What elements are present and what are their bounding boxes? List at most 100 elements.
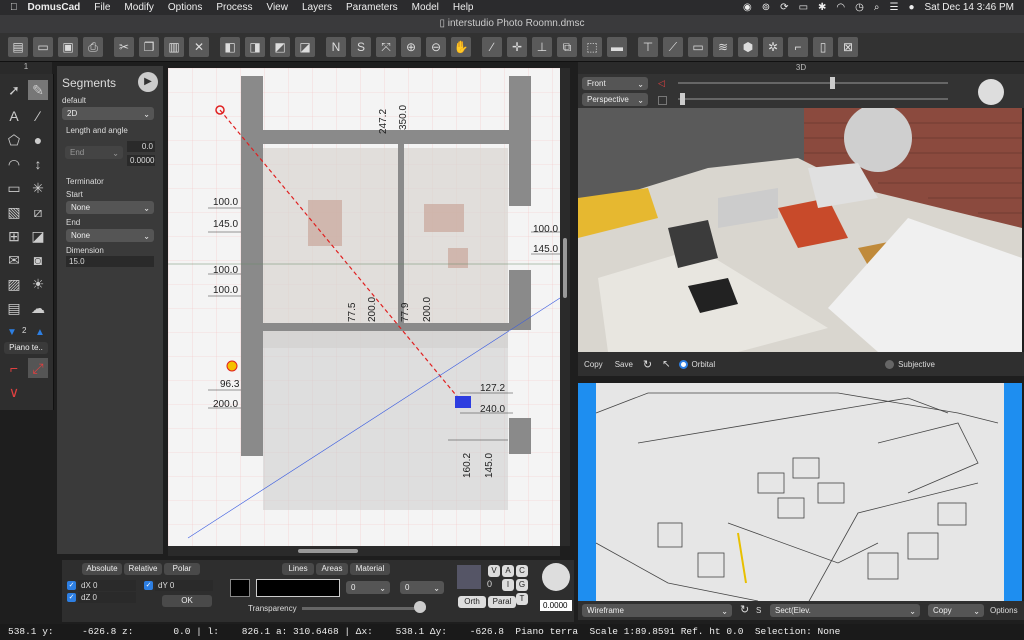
orbital-radio[interactable] [678,359,688,369]
menu-modify[interactable]: Modify [124,2,153,13]
areas-tab[interactable]: Areas [316,563,348,575]
text-icon[interactable]: A [4,106,24,126]
angle-icon[interactable]: ∨ [4,382,24,402]
end-terminator-select[interactable]: None [66,229,154,242]
save-icon[interactable]: ▣ [58,37,78,57]
copy-icon[interactable]: ❐ [139,37,159,57]
elevation-slider-thumb[interactable] [830,77,835,89]
menu-parameters[interactable]: Parameters [346,2,398,13]
plan-v-scroll-thumb[interactable] [563,238,567,298]
plan-h-scroll-thumb[interactable] [298,549,358,553]
light-icon[interactable]: ☀ [28,274,48,294]
snap-g-button[interactable]: G [516,579,528,591]
dimension-input[interactable]: 15.0 [66,256,154,267]
search-icon[interactable]: ⌕ [874,2,880,13]
window-icon[interactable]: ⊞ [4,226,24,246]
snap-v-button[interactable]: V [488,565,500,577]
plan-vertical-scrollbar[interactable] [560,68,570,546]
pointer-icon[interactable]: ➚ [4,80,24,100]
orth-button[interactable]: Orth [458,596,486,608]
absolute-tab[interactable]: Absolute [82,563,122,575]
dy-input[interactable]: dY 0 [155,580,213,591]
mail-icon[interactable]: ✉ [4,250,24,270]
print-icon[interactable]: ⎙ [83,37,103,57]
option-checkbox[interactable] [658,96,667,105]
cloud-icon[interactable]: ☁ [28,298,48,318]
stack-icon[interactable]: ≋ [713,37,733,57]
transparency-slider-thumb[interactable] [414,601,426,613]
menu-layers[interactable]: Layers [302,2,332,13]
plan-horizontal-scrollbar[interactable] [168,546,560,556]
menu-options[interactable]: Options [168,2,202,13]
red-flag-icon[interactable]: ◁ [658,78,666,88]
snap-t-button[interactable]: T [516,593,528,605]
material-tab[interactable]: Material [350,563,390,575]
3d-render-view[interactable] [578,108,1022,352]
hatch-icon[interactable]: ▬ [607,37,627,57]
ok-button[interactable]: OK [162,595,212,607]
select-icon[interactable]: ⬚ [582,37,602,57]
beam-icon[interactable]: ⟋ [663,37,683,57]
open-folder-icon[interactable]: ▭ [33,37,53,57]
save-3d-button[interactable]: Save [615,360,633,369]
menu-model[interactable]: Model [412,2,439,13]
play-icon[interactable]: ▶ [138,72,158,92]
relative-tab[interactable]: Relative [124,563,162,575]
plan-canvas[interactable]: 100.0 145.0 100.0 100.0 96.3 200.0 100.0… [168,68,560,546]
apple-menu-icon[interactable]:  [10,2,18,13]
view-direction-select[interactable]: Front [582,77,648,90]
arc-icon[interactable]: ◠ [4,154,24,174]
menu-help[interactable]: Help [453,2,474,13]
refresh-wire-icon[interactable]: ↻ [740,603,749,616]
cut-icon[interactable]: ✂ [114,37,134,57]
paral-button[interactable]: Paral [488,596,516,608]
axis-icon[interactable]: ⌐ [4,358,24,378]
stair-icon[interactable]: ⧄ [28,202,48,222]
zoom-in-icon[interactable]: ⊕ [401,37,421,57]
record-icon[interactable]: ◉ [743,2,752,13]
zoom-extents-icon[interactable]: ⤧ [376,37,396,57]
paste-icon[interactable]: ▥ [164,37,184,57]
layer-down-arrow-icon[interactable]: ▼ [2,322,22,342]
circle-icon[interactable]: ● [28,130,48,150]
style-select[interactable]: 2D [62,107,154,120]
left-panel-tab[interactable]: 1 [0,62,52,74]
door-icon[interactable]: ▯ [813,37,833,57]
line-type-select[interactable]: 0 [400,581,444,594]
angle-knob[interactable] [542,563,570,591]
camera-marker-icon[interactable] [455,396,471,408]
floor-select[interactable]: Piano te.. [4,342,48,354]
copy-3d-button[interactable]: Copy [584,360,603,369]
line-weight-select[interactable]: 0 [346,581,390,594]
roof-icon[interactable]: ◪ [28,226,48,246]
north-icon[interactable]: N [326,37,346,57]
crosshair-icon[interactable]: ✛ [507,37,527,57]
subjective-radio[interactable] [885,359,895,369]
wheel-icon[interactable]: ✲ [763,37,783,57]
start-select[interactable]: None [66,201,154,214]
layer-back-icon[interactable]: ◨ [245,37,265,57]
refresh-icon[interactable]: ↻ [643,358,652,371]
polar-tab[interactable]: Polar [164,563,200,575]
snap-a-button[interactable]: A [502,565,514,577]
dimension-icon[interactable]: ↕ [28,154,48,174]
menu-file[interactable]: File [94,2,110,13]
box-3d-icon[interactable]: ⬢ [738,37,758,57]
snap-s-icon[interactable]: S [351,37,371,57]
cc-icon[interactable]: ⊚ [762,2,770,13]
ruler-icon[interactable]: ▭ [688,37,708,57]
angle-slider-thumb[interactable] [680,93,685,105]
wifi-icon[interactable]: ◠ [836,2,845,13]
pipe-icon[interactable]: ⌐ [788,37,808,57]
angle-slider[interactable] [678,98,948,100]
elevation-slider[interactable] [678,82,948,84]
pen-icon[interactable]: ✎ [28,80,48,100]
siri-icon[interactable]: ● [908,2,914,13]
transparency-slider[interactable] [302,607,426,610]
delete-icon[interactable]: ✕ [189,37,209,57]
rotation-knob[interactable] [978,79,1004,105]
projection-select[interactable]: Perspective [582,93,648,106]
pan-hand-icon[interactable]: ✋ [451,37,471,57]
dx-input[interactable]: dX 0 [78,580,136,591]
menubar-clock[interactable]: Sat Dec 14 3:46 PM [925,2,1015,13]
